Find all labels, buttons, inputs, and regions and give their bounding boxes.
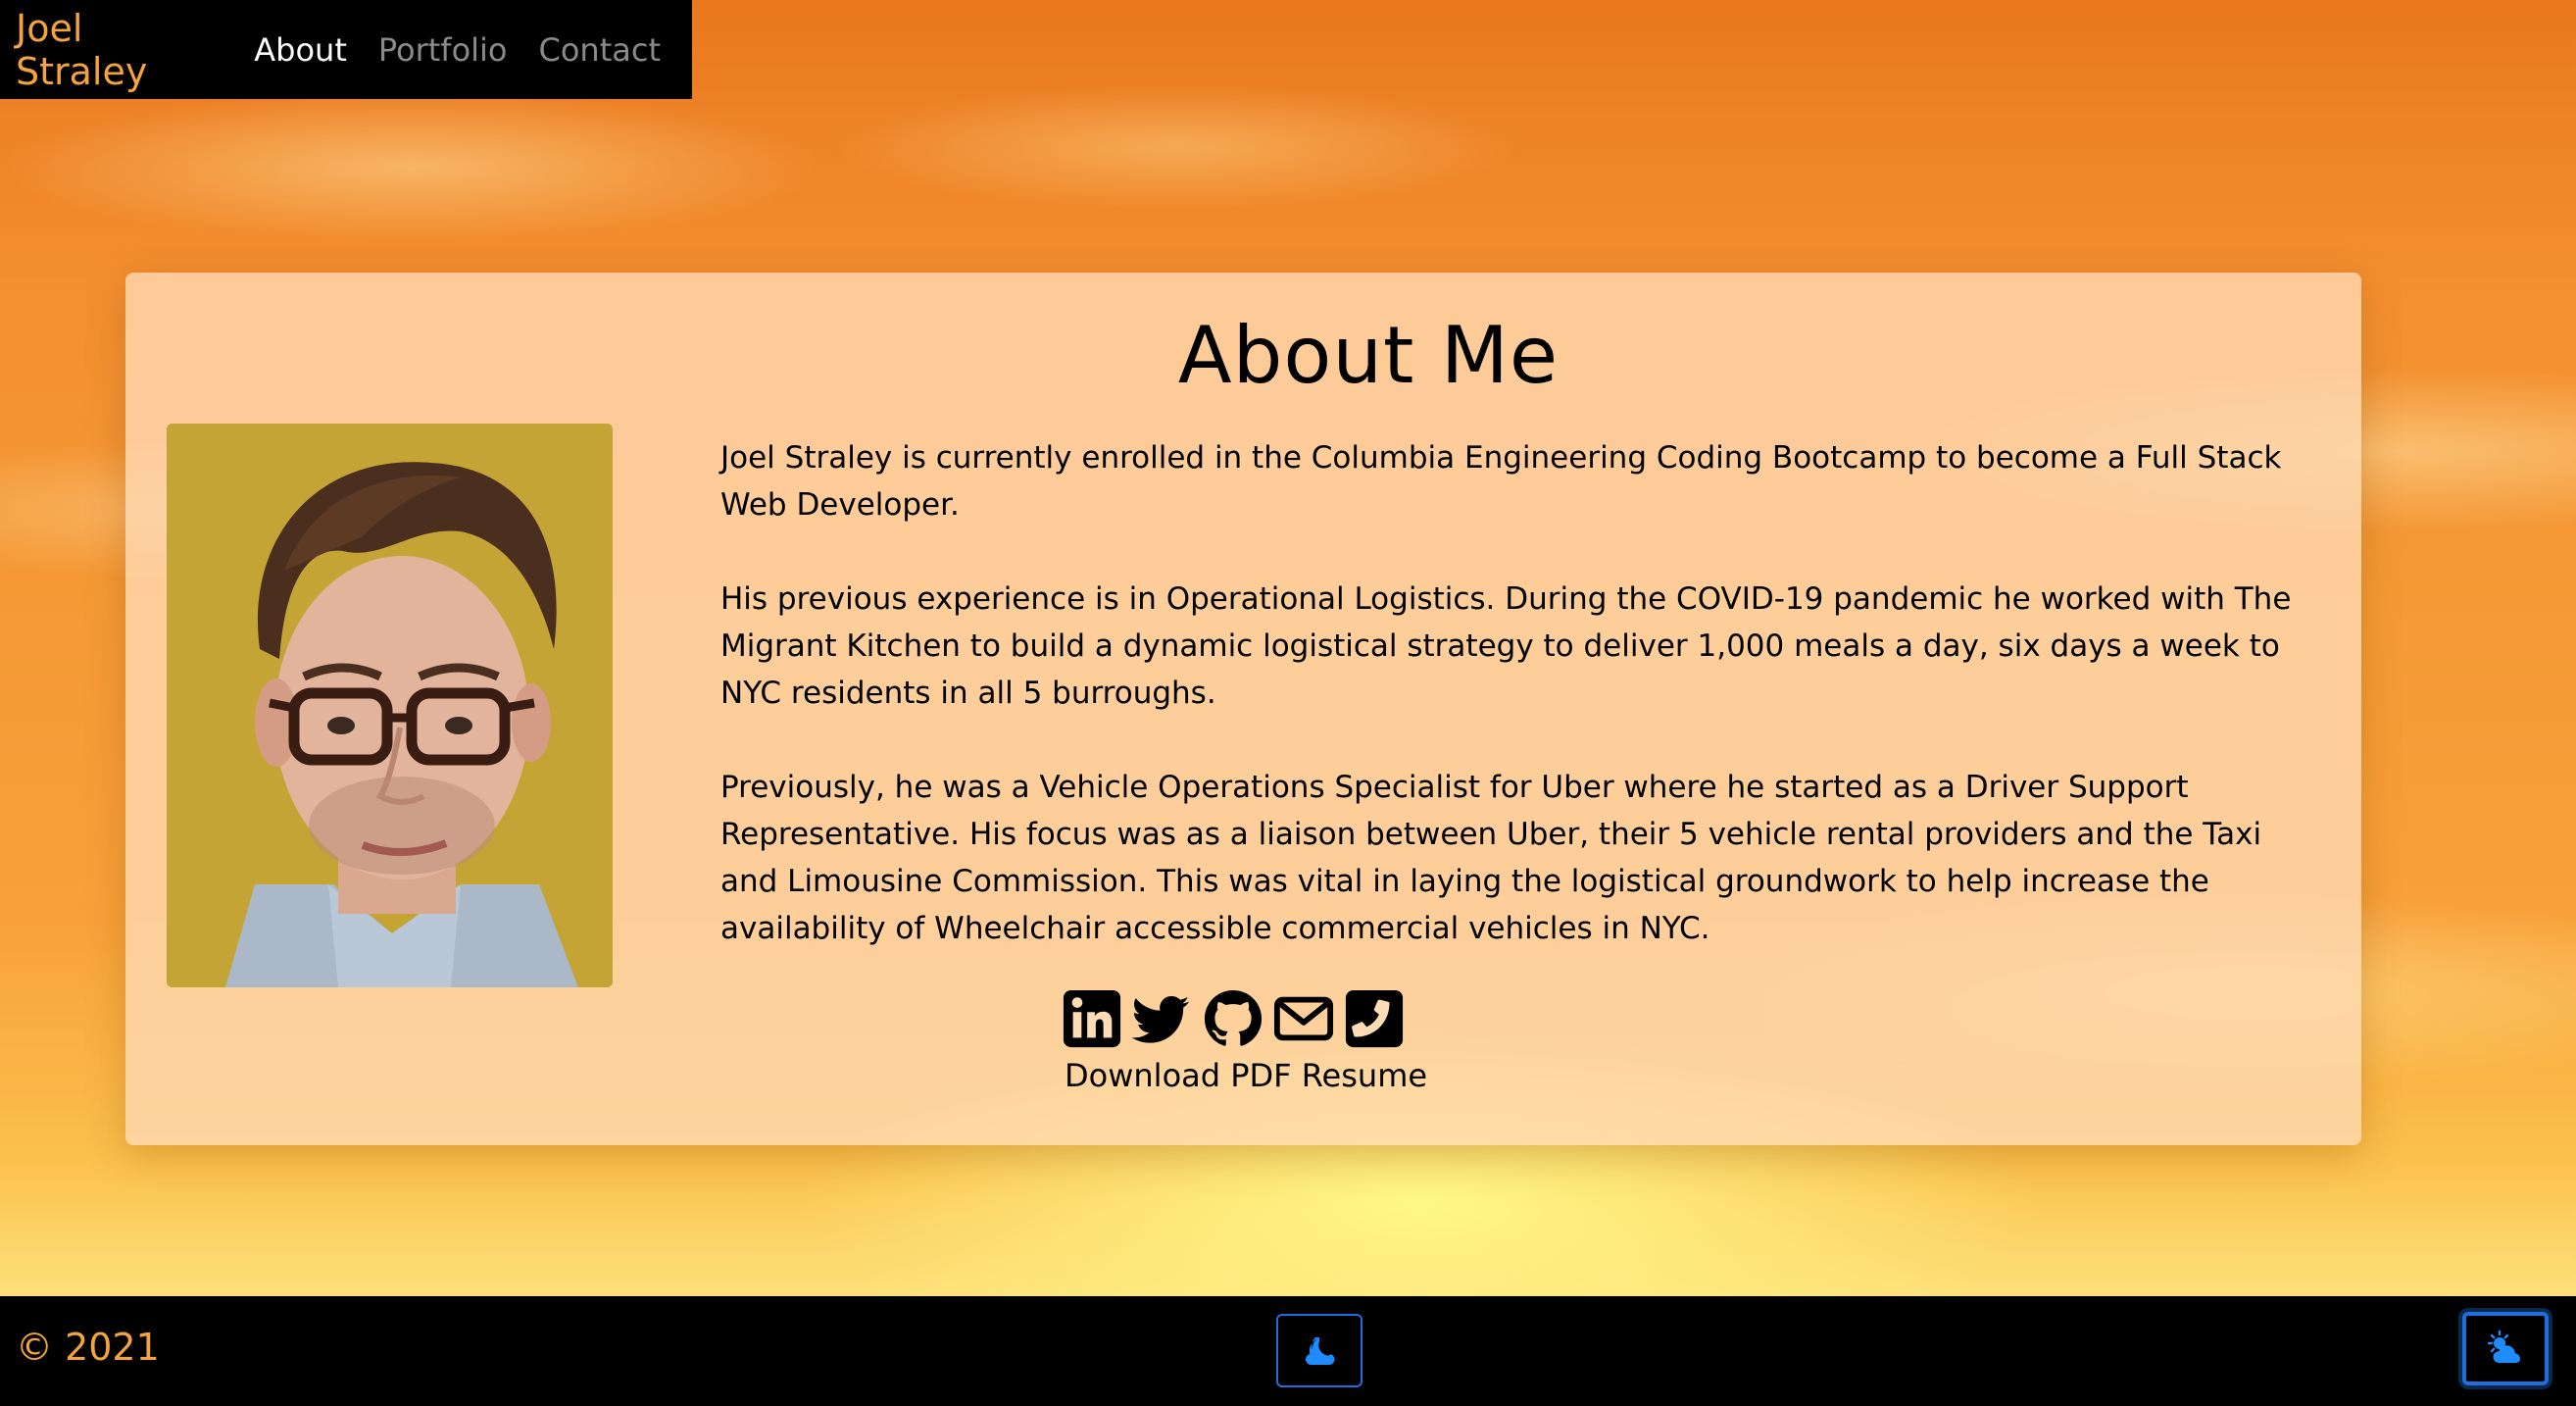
portrait-illustration [167, 424, 613, 987]
nav-link-about[interactable]: About [254, 31, 347, 69]
nav-link-portfolio[interactable]: Portfolio [378, 31, 508, 69]
linkedin-icon[interactable] [1062, 988, 1122, 1049]
bio-paragraph: His previous experience is in Operationa… [720, 581, 2292, 711]
top-navbar: Joel Straley About Portfolio Contact [0, 0, 692, 99]
cloud-sun-icon [2487, 1330, 2520, 1363]
envelope-icon[interactable] [1273, 988, 1334, 1049]
profile-photo [167, 424, 613, 987]
social-links [1062, 988, 1405, 1049]
nav-link-contact[interactable]: Contact [539, 31, 662, 69]
night-theme-button[interactable] [1276, 1314, 1362, 1387]
bio-paragraph: Joel Straley is currently enrolled in th… [720, 440, 2282, 523]
phone-icon[interactable] [1344, 988, 1405, 1049]
moon-icon [1306, 1336, 1335, 1365]
twitter-icon[interactable] [1132, 988, 1193, 1049]
github-icon[interactable] [1203, 988, 1263, 1049]
copyright-text: © 2021 [16, 1326, 160, 1369]
day-theme-button[interactable] [2462, 1312, 2549, 1385]
brand-logo[interactable]: Joel Straley [16, 7, 207, 93]
page-title: About Me [1177, 310, 1560, 401]
footer: © 2021 [0, 1296, 2576, 1406]
about-card: About Me Joel Straley is currently enrol… [125, 273, 2361, 1145]
bio-paragraph: Previously, he was a Vehicle Operations … [720, 770, 2262, 946]
bio-text: Joel Straley is currently enrolled in th… [720, 434, 2328, 999]
download-resume-link[interactable]: Download PDF Resume [1065, 1057, 1427, 1094]
